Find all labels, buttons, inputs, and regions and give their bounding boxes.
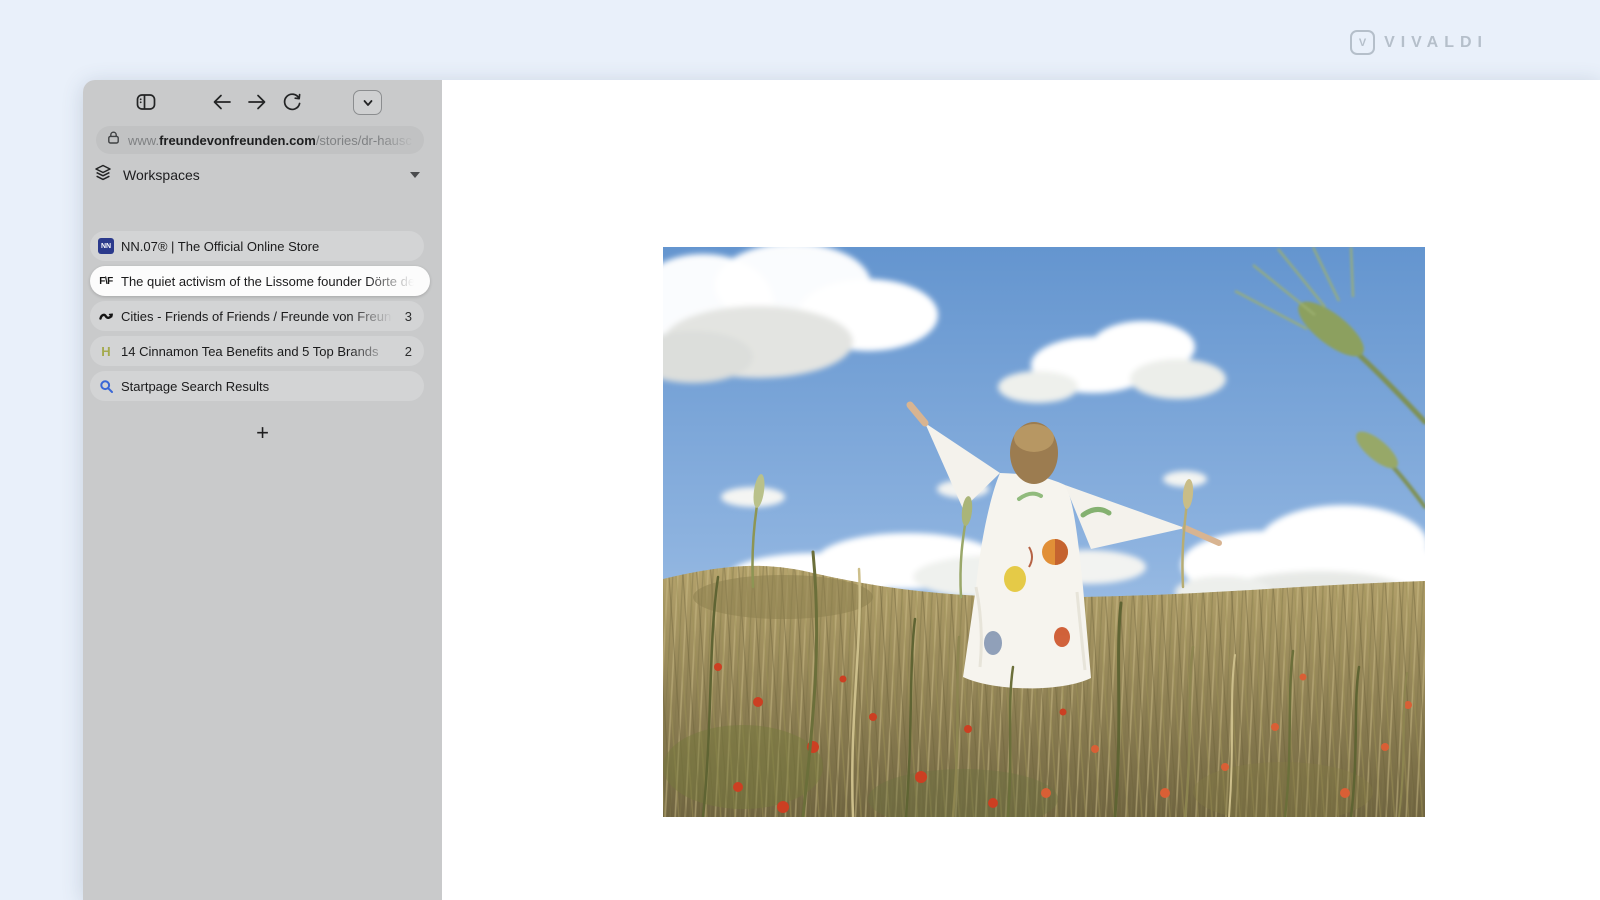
tab-title: 14 Cinnamon Tea Benefits and 5 Top Brand… (121, 344, 398, 359)
url-text: www.freundevonfreunden.com/stories/dr-ha… (128, 133, 414, 148)
back-button[interactable] (209, 90, 235, 114)
workspaces-label: Workspaces (123, 167, 200, 183)
url-path: /stories/dr-hausc (316, 133, 412, 148)
lock-icon (106, 130, 121, 150)
new-tab-button[interactable]: + (83, 418, 442, 448)
workspaces-selector[interactable]: Workspaces (93, 161, 432, 189)
vivaldi-wallpaper-logo: V VIVALDI (1350, 30, 1488, 55)
forward-button[interactable] (244, 90, 270, 114)
reload-icon (280, 90, 304, 114)
nn07-favicon: NN (98, 238, 114, 254)
tab-cities[interactable]: Cities - Friends of Friends / Freunde vo… (90, 301, 424, 331)
chevron-down-icon (361, 96, 375, 110)
browser-sidebar: www.freundevonfreunden.com/stories/dr-ha… (83, 80, 442, 900)
tab-badge: 3 (405, 309, 414, 324)
vivaldi-logo-icon: V (1350, 30, 1375, 55)
desktop: V VIVALDI (0, 0, 1600, 900)
url-domain: freundevonfreunden.com (159, 133, 316, 148)
panel-toggle-button[interactable] (133, 90, 159, 114)
browser-window: www.freundevonfreunden.com/stories/dr-ha… (83, 80, 1600, 900)
navigation-toolbar (83, 80, 442, 124)
startpage-magnifier-favicon (98, 378, 114, 394)
tab-startpage[interactable]: Startpage Search Results (90, 371, 424, 401)
tab-nn07[interactable]: NN NN.07® | The Official Online Store (90, 231, 424, 261)
tab-list: NN NN.07® | The Official Online Store F\… (90, 231, 435, 401)
cities-favicon (98, 308, 114, 324)
tab-title: The quiet activism of the Lissome founde… (121, 274, 420, 289)
url-prefix: www. (128, 133, 159, 148)
vivaldi-logo-text: VIVALDI (1384, 34, 1488, 52)
tab-cinnamon-tea[interactable]: H 14 Cinnamon Tea Benefits and 5 Top Bra… (90, 336, 424, 366)
back-arrow-icon (210, 90, 234, 114)
fvf-favicon: F\F (98, 273, 114, 289)
toolbar-dropdown-button[interactable] (353, 90, 382, 115)
healthline-favicon: H (98, 343, 114, 359)
tab-badge: 2 (405, 344, 414, 359)
tab-title: Cities - Friends of Friends / Freunde vo… (121, 309, 398, 324)
layers-icon (93, 163, 113, 188)
sidebar-panel-icon (134, 90, 158, 114)
caret-down-icon[interactable] (410, 172, 420, 178)
web-page-content (442, 80, 1600, 900)
tab-title: NN.07® | The Official Online Store (121, 239, 414, 254)
forward-arrow-icon (245, 90, 269, 114)
reload-button[interactable] (279, 90, 305, 114)
tab-title: Startpage Search Results (121, 379, 414, 394)
tab-lissome-active[interactable]: F\F The quiet activism of the Lissome fo… (90, 266, 430, 296)
article-photo (663, 247, 1425, 817)
address-bar[interactable]: www.freundevonfreunden.com/stories/dr-ha… (96, 126, 424, 154)
